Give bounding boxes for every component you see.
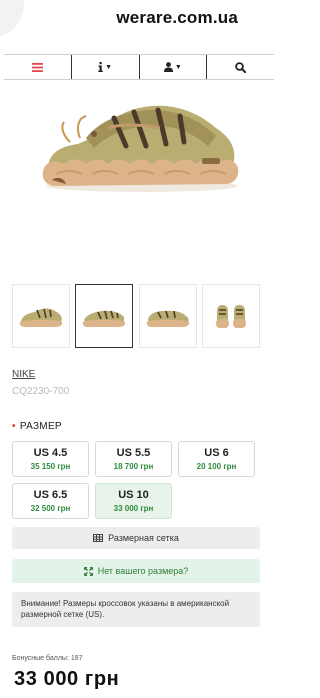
size-value: US 5.5	[116, 446, 151, 459]
size-label-text: РАЗМЕР	[19, 421, 62, 432]
info-icon	[98, 62, 103, 72]
size-grid: US 4.5 35 150 грн US 5.5 18 700 грн US 6…	[12, 441, 260, 525]
user-button[interactable]: ▼	[140, 55, 208, 79]
site-title[interactable]: werare.com.ua	[0, 8, 278, 28]
menu-button[interactable]	[4, 55, 72, 79]
size-price: 20 100 грн	[196, 461, 237, 471]
size-label: • РАЗМЕР	[12, 421, 62, 432]
size-price: 32 500 грн	[30, 503, 71, 513]
size-value: US 6	[204, 446, 229, 459]
product-sku: CQ2230-700	[12, 386, 70, 397]
size-chart-label: Размерная сетка	[108, 533, 179, 543]
info-dropdown-caret: ▼	[105, 63, 113, 71]
size-row: US 4.5 35 150 грн US 5.5 18 700 грн US 6…	[12, 441, 260, 477]
table-icon	[93, 534, 104, 542]
thumbnail-image	[146, 310, 189, 327]
no-size-button[interactable]: Нет вашего размера?	[12, 559, 260, 583]
thumbnail-3[interactable]	[138, 284, 197, 348]
thumbnail-1[interactable]	[12, 284, 70, 348]
top-navbar: ▼ ▼	[4, 54, 274, 80]
size-chart-button[interactable]: Размерная сетка	[12, 527, 260, 549]
product-price: 33 000 грн	[14, 668, 120, 690]
search-icon	[235, 61, 247, 73]
size-option[interactable]: US 6 20 100 грн	[178, 441, 255, 477]
bonus-points: Бонусные баллы: 187	[12, 655, 83, 662]
size-row: US 6.5 32 500 грн US 10 33 000 грн	[12, 483, 260, 519]
no-size-label: Нет вашего размера?	[97, 566, 189, 576]
thumbnail-gallery	[12, 284, 260, 350]
size-price: 18 700 грн	[113, 461, 154, 471]
size-value: US 4.5	[33, 446, 68, 459]
info-button[interactable]: ▼	[72, 55, 140, 79]
size-notice: Внимание! Размеры кроссовок указаны в ам…	[12, 592, 260, 627]
brand-link[interactable]: NIKE	[12, 369, 35, 380]
search-button[interactable]	[207, 55, 274, 79]
hamburger-menu-icon	[31, 62, 43, 72]
user-dropdown-caret: ▼	[174, 63, 182, 71]
size-price: 33 000 грн	[113, 503, 154, 513]
user-icon	[163, 62, 173, 72]
size-value: US 10	[118, 488, 149, 501]
size-option[interactable]: US 5.5 18 700 грн	[95, 441, 172, 477]
thumbnail-image	[215, 305, 246, 328]
size-price: 35 150 грн	[30, 461, 71, 471]
size-option[interactable]: US 4.5 35 150 грн	[12, 441, 89, 477]
product-main-image[interactable]	[30, 88, 250, 198]
thumbnail-4[interactable]	[201, 284, 260, 348]
size-option-selected[interactable]: US 10 33 000 грн	[95, 483, 172, 519]
required-marker: •	[12, 421, 16, 432]
size-option[interactable]: US 6.5 32 500 грн	[12, 483, 89, 519]
expand-arrows-icon	[83, 566, 93, 576]
thumbnail-image	[19, 308, 63, 327]
thumbnail-image	[83, 310, 126, 327]
size-value: US 6.5	[33, 488, 68, 501]
thumbnail-2[interactable]	[75, 284, 134, 348]
